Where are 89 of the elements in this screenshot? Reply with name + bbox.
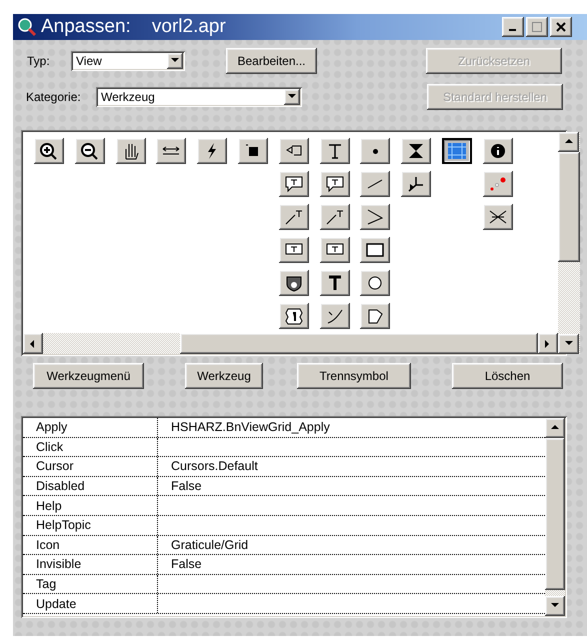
tool-button[interactable] (278, 237, 309, 263)
arrow-down-icon (171, 57, 179, 65)
property-name: Help (23, 496, 158, 515)
property-name: Disabled (23, 476, 158, 496)
tool-button[interactable] (360, 270, 390, 296)
tool-button[interactable] (156, 138, 186, 164)
edit-button[interactable]: Bearbeiten... (226, 48, 317, 74)
property-name: HelpTopic (23, 516, 158, 535)
badge-icon (282, 306, 305, 326)
arrow-up-icon (551, 424, 559, 432)
scroll-right-button[interactable] (538, 333, 558, 354)
tool-button[interactable] (320, 237, 350, 263)
magnifier-icon (17, 17, 37, 37)
tool-button[interactable] (482, 204, 513, 230)
action-button[interactable]: Trennsymbol (297, 363, 411, 389)
property-value: False (170, 556, 203, 574)
action-button[interactable]: Werkzeugmenü (33, 363, 144, 389)
scroll-down-button[interactable] (558, 334, 579, 354)
tool-button[interactable] (74, 138, 105, 164)
vertical-scrollbar[interactable] (558, 132, 580, 354)
vertical-scrollbar[interactable] (545, 418, 565, 616)
property-value: Graticule/Grid (170, 536, 250, 554)
dropdown-button[interactable] (284, 89, 300, 105)
property-name: Update (23, 594, 158, 613)
arrow-down-icon (564, 340, 572, 348)
tool-button[interactable] (197, 138, 228, 164)
ruler-icon (162, 146, 180, 156)
property-name: Invisible (23, 555, 158, 574)
tool-button[interactable] (360, 204, 390, 230)
scroll-thumb[interactable] (558, 152, 580, 262)
action-button[interactable]: Werkzeug (185, 363, 263, 389)
property-name: Cursor (23, 457, 158, 476)
tool-button[interactable] (320, 204, 350, 230)
maximize-icon (532, 22, 542, 32)
close-icon (556, 22, 566, 32)
arrow-left-icon (29, 340, 37, 348)
tool-button[interactable] (442, 138, 472, 164)
tool-button[interactable] (238, 138, 268, 164)
tool-button[interactable] (482, 138, 513, 164)
window-title: Anpassen: vorl2.apr (41, 16, 227, 38)
property-name: Apply (23, 418, 158, 437)
property-name: Click (23, 438, 158, 456)
arrow-down-icon (551, 602, 559, 610)
arrow-up-icon (564, 138, 572, 146)
tool-button[interactable] (360, 237, 390, 263)
property-value: False (170, 478, 203, 496)
callout-icon (282, 174, 305, 194)
scroll-up-button[interactable] (545, 418, 565, 438)
tool-button[interactable] (278, 138, 309, 164)
grid-icon (446, 141, 468, 161)
minimize-button[interactable] (502, 17, 524, 37)
type-label: Typ: (27, 54, 51, 68)
arrow-down-icon (288, 93, 296, 101)
action-button[interactable]: Löschen (452, 363, 563, 389)
tool-button[interactable] (360, 171, 390, 197)
tool-button[interactable] (320, 171, 350, 197)
scroll-down-button[interactable] (545, 596, 565, 616)
tool-button[interactable] (34, 138, 64, 164)
scroll-up-button[interactable] (558, 132, 579, 152)
scroll-thumb[interactable] (180, 333, 538, 354)
tool-button[interactable] (360, 138, 390, 164)
tool-button[interactable] (278, 171, 309, 197)
category-label: Kategorie: (26, 90, 82, 104)
property-value: HSHARZ.BnViewGrid_Apply (170, 419, 331, 436)
property-name: Icon (23, 536, 158, 554)
tool-button[interactable] (278, 303, 309, 329)
scroll-thumb[interactable] (545, 438, 565, 590)
horizontal-scrollbar[interactable] (23, 333, 558, 354)
tool-button[interactable] (320, 303, 350, 329)
category-dropdown[interactable]: Werkzeug (96, 87, 302, 107)
tool-button[interactable] (401, 171, 432, 197)
tool-button[interactable] (278, 204, 309, 230)
tool-button[interactable] (360, 303, 390, 329)
tool-button[interactable] (278, 270, 309, 296)
tool-button[interactable] (401, 138, 432, 164)
property-value: Cursors.Default (170, 458, 259, 476)
tool-button[interactable] (482, 171, 513, 197)
arrow-right-icon (544, 340, 552, 348)
tool-button[interactable] (320, 138, 350, 164)
property-name: Tag (23, 574, 158, 594)
type-dropdown[interactable]: View (71, 51, 185, 71)
tool-button[interactable] (116, 138, 146, 164)
callout-icon (324, 174, 346, 194)
point-icon (372, 148, 378, 154)
dropdown-button[interactable] (167, 53, 183, 69)
tool-button[interactable] (320, 270, 350, 296)
maximize-button[interactable] (526, 17, 548, 37)
scroll-left-button[interactable] (23, 333, 43, 354)
close-button[interactable] (550, 17, 572, 37)
